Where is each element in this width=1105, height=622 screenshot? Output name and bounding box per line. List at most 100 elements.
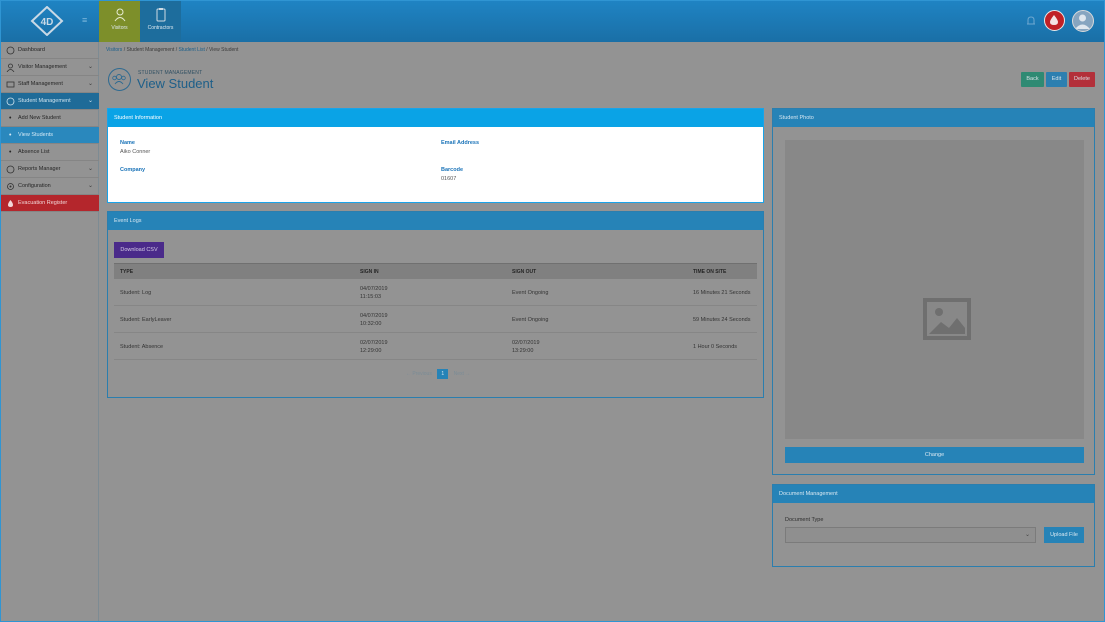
notification-bell-icon[interactable] bbox=[1024, 14, 1038, 28]
student-information-panel: Student Information Name Aiko Conner Ema… bbox=[107, 108, 764, 203]
panel-heading: Student Photo bbox=[773, 109, 1094, 127]
tab-visitors-label: Visitors bbox=[111, 25, 128, 31]
drop-icon bbox=[1050, 15, 1058, 25]
breadcrumb-student-management: Student Management bbox=[126, 47, 175, 53]
breadcrumb-view-student: View Student bbox=[209, 47, 239, 53]
cell-type: Student: Log bbox=[120, 289, 152, 296]
cell-sign-in-date: 04/07/2019 bbox=[360, 285, 388, 292]
app-logo[interactable]: 4D bbox=[30, 6, 64, 36]
sidebar-item-visitor-management[interactable]: Visitor Management ⌄ bbox=[0, 59, 99, 76]
visitor-icon bbox=[114, 8, 125, 22]
breadcrumb: Visitors / Student Management / Student … bbox=[106, 47, 238, 53]
sidebar-item-label: Visitor Management bbox=[18, 64, 67, 70]
student-icon bbox=[6, 97, 15, 106]
sidebar-item-evacuation-register[interactable]: Evacuation Register bbox=[0, 195, 99, 212]
sidebar-item-configuration[interactable]: Configuration ⌄ bbox=[0, 178, 99, 195]
barcode-value: 01607 bbox=[441, 176, 457, 182]
sidebar-item-dashboard[interactable]: Dashboard bbox=[0, 42, 99, 59]
panel-heading: Event Logs bbox=[108, 212, 763, 230]
download-csv-button[interactable]: Download CSV bbox=[114, 242, 164, 258]
document-type-select[interactable]: ⌄ bbox=[785, 527, 1036, 543]
company-label: Company bbox=[120, 167, 146, 173]
user-icon bbox=[1075, 14, 1090, 29]
student-photo-panel: Student Photo Change bbox=[772, 108, 1095, 475]
reports-icon bbox=[6, 165, 15, 174]
edit-button[interactable]: Edit bbox=[1046, 72, 1067, 87]
bullet-icon: • bbox=[9, 115, 12, 122]
cell-sign-in-date: 02/07/2019 bbox=[360, 339, 388, 346]
breadcrumb-separator: / bbox=[206, 47, 208, 53]
sidebar-item-label: Student Management bbox=[18, 98, 71, 104]
bullet-icon: • bbox=[9, 132, 12, 139]
cell-time-on-site: 59 Minutes 24 Seconds bbox=[693, 316, 751, 323]
upload-file-button[interactable]: Upload File bbox=[1044, 527, 1084, 543]
sidebar-item-staff-management[interactable]: Staff Management ⌄ bbox=[0, 76, 99, 93]
sidebar-item-label: Staff Management bbox=[18, 81, 63, 87]
person-icon bbox=[6, 63, 15, 72]
sidebar-item-view-students[interactable]: • View Students bbox=[0, 127, 99, 144]
panel-heading: Student Information bbox=[108, 109, 763, 127]
page-title: View Student bbox=[137, 76, 214, 91]
event-logs-panel: Event Logs Download CSV TYPE SIGN IN SIG… bbox=[107, 211, 764, 398]
cell-sign-out-time: 13:29:00 bbox=[512, 347, 534, 354]
pagination-previous[interactable]: ← Previous bbox=[406, 371, 432, 377]
gear-icon bbox=[7, 183, 14, 190]
cell-type: Student: Absence bbox=[120, 343, 164, 350]
cell-sign-in-date: 04/07/2019 bbox=[360, 312, 388, 319]
table-row[interactable]: Student: Absence 02/07/2019 12:29:00 02/… bbox=[114, 333, 757, 360]
cell-time-on-site: 16 Minutes 21 Seconds bbox=[693, 289, 751, 296]
pagination-next[interactable]: Next → bbox=[454, 371, 471, 377]
chevron-down-icon: ⌄ bbox=[87, 81, 93, 87]
user-avatar[interactable] bbox=[1072, 10, 1094, 32]
chevron-down-icon: ⌄ bbox=[87, 183, 93, 189]
column-header-sign-in[interactable]: SIGN IN bbox=[360, 264, 379, 280]
email-label: Email Address bbox=[441, 140, 480, 146]
top-bar: 4D ≡ Visitors Contractors bbox=[0, 0, 1105, 42]
photo-placeholder bbox=[785, 140, 1084, 439]
cell-time-on-site: 1 Hour 0 Seconds bbox=[693, 343, 738, 350]
cell-sign-in-time: 10:32:00 bbox=[360, 320, 382, 327]
event-logs-table: TYPE SIGN IN SIGN OUT TIME ON SITE Stude… bbox=[114, 263, 757, 360]
clipboard-icon bbox=[156, 8, 165, 22]
panel-heading: Document Management bbox=[773, 485, 1094, 503]
cell-sign-in-time: 12:29:00 bbox=[360, 347, 382, 354]
change-photo-button[interactable]: Change bbox=[785, 447, 1084, 463]
breadcrumb-student-list[interactable]: Student List bbox=[178, 47, 204, 53]
cell-sign-in-time: 11:15:03 bbox=[360, 293, 382, 300]
student-management-icon bbox=[108, 68, 131, 91]
pagination-page-1[interactable]: 1 bbox=[437, 369, 449, 379]
bullet-icon: • bbox=[9, 149, 12, 156]
evacuation-alert-button[interactable] bbox=[1044, 10, 1065, 31]
sidebar-item-label: Reports Manager bbox=[18, 166, 61, 172]
column-header-time-on-site[interactable]: TIME ON SITE bbox=[693, 264, 726, 280]
sidebar-item-student-management[interactable]: Student Management ⌄ bbox=[0, 93, 99, 110]
back-button[interactable]: Back bbox=[1021, 72, 1044, 87]
chevron-down-icon: ⌄ bbox=[87, 98, 93, 104]
sidebar-item-label: Absence List bbox=[18, 149, 50, 155]
sidebar-item-label: Dashboard bbox=[18, 47, 45, 53]
sidebar: Dashboard Visitor Management ⌄ Staff Man… bbox=[0, 42, 99, 622]
menu-toggle-icon[interactable]: ≡ bbox=[82, 15, 92, 25]
tab-contractors-label: Contractors bbox=[147, 25, 174, 31]
table-row[interactable]: Student: Log 04/07/2019 11:15:03 Event O… bbox=[114, 279, 757, 306]
table-row[interactable]: Student: EarlyLeaver 04/07/2019 10:32:00… bbox=[114, 306, 757, 333]
pagination: ← Previous 1 Next → bbox=[406, 369, 470, 379]
id-card-icon bbox=[6, 81, 15, 88]
tab-visitors[interactable]: Visitors bbox=[99, 0, 140, 42]
chevron-down-icon: ⌄ bbox=[87, 64, 93, 70]
sidebar-item-add-new-student[interactable]: • Add New Student bbox=[0, 110, 99, 127]
cell-type: Student: EarlyLeaver bbox=[120, 316, 172, 323]
chevron-down-icon: ⌄ bbox=[87, 166, 93, 172]
cell-sign-out-date: Event Ongoing bbox=[512, 316, 549, 323]
sidebar-item-label: Add New Student bbox=[18, 115, 61, 121]
tab-contractors[interactable]: Contractors bbox=[140, 0, 181, 42]
column-header-sign-out[interactable]: SIGN OUT bbox=[512, 264, 536, 280]
breadcrumb-visitors[interactable]: Visitors bbox=[106, 47, 122, 53]
sidebar-item-reports-manager[interactable]: Reports Manager ⌄ bbox=[0, 161, 99, 178]
delete-button[interactable]: Delete bbox=[1069, 72, 1095, 87]
document-management-panel: Document Management Document Type ⌄ Uplo… bbox=[772, 484, 1095, 567]
barcode-label: Barcode bbox=[441, 167, 464, 173]
sidebar-item-label: View Students bbox=[18, 132, 54, 138]
column-header-type[interactable]: TYPE bbox=[120, 264, 133, 280]
sidebar-item-absence-list[interactable]: • Absence List bbox=[0, 144, 99, 161]
